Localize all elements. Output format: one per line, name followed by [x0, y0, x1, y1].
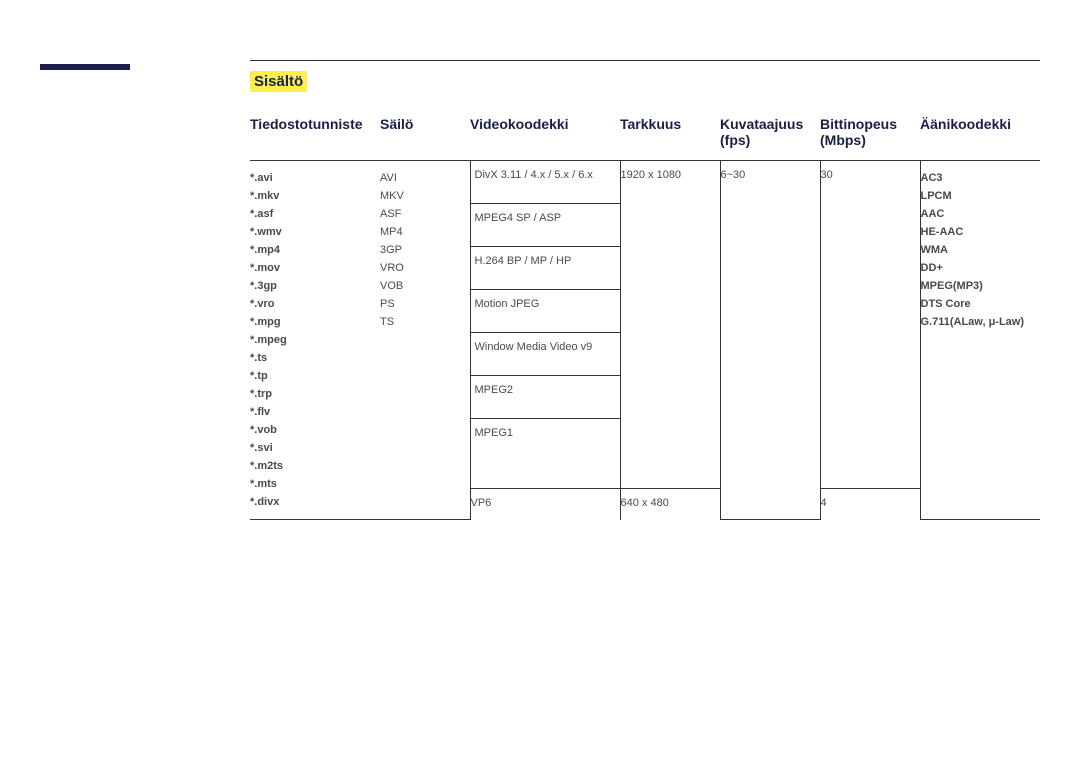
acodec-item: AAC	[921, 205, 1033, 223]
container-item: MP4	[380, 223, 462, 241]
bit-main-cell: 30	[820, 161, 920, 489]
ext-item: *.flv	[250, 403, 372, 421]
ext-item: *.asf	[250, 205, 372, 223]
res-main-cell: 1920 x 1080	[620, 161, 720, 489]
fps-cell: 6~30	[720, 161, 820, 520]
vcodec-item: MPEG4 SP / ASP	[471, 204, 620, 247]
ext-list: *.avi *.mkv *.asf *.wmv *.mp4 *.mov *.3g…	[250, 169, 372, 511]
ext-item: *.mp4	[250, 241, 372, 259]
acodec-item: WMA	[921, 241, 1033, 259]
acodec-cell: AC3 LPCM AAC HE-AAC WMA DD+ MPEG(MP3) DT…	[920, 161, 1040, 520]
col-header-res: Tarkkuus	[620, 110, 720, 161]
vcodec-item: Motion JPEG	[471, 290, 620, 333]
ext-item: *.mov	[250, 259, 372, 277]
vcodec-item: DivX 3.11 / 4.x / 5.x / 6.x	[471, 161, 620, 204]
vcodec-item: H.264 BP / MP / HP	[471, 247, 620, 290]
spec-table: Tiedostotunniste Säilö Videokoodekki Tar…	[250, 110, 1040, 520]
top-rule	[250, 60, 1040, 61]
acodec-item: DTS Core	[921, 295, 1033, 313]
vcodec-vp6: VP6	[470, 488, 620, 519]
col-header-bitrate: Bittinopeus (Mbps)	[820, 110, 920, 161]
vcodec-main-cell: DivX 3.11 / 4.x / 5.x / 6.x MPEG4 SP / A…	[470, 161, 620, 489]
page-content: Sisältö Tiedostotunniste Säilö Videokood…	[0, 0, 1080, 560]
ext-item: *.mpeg	[250, 331, 372, 349]
ext-item: *.wmv	[250, 223, 372, 241]
acodec-item: LPCM	[921, 187, 1033, 205]
acodec-list: AC3 LPCM AAC HE-AAC WMA DD+ MPEG(MP3) DT…	[921, 169, 1033, 331]
ext-item: *.3gp	[250, 277, 372, 295]
accent-bar	[40, 64, 130, 70]
ext-item: *.ts	[250, 349, 372, 367]
col-header-acodec: Äänikoodekki	[920, 110, 1040, 161]
ext-item: *.avi	[250, 169, 372, 187]
acodec-item: DD+	[921, 259, 1033, 277]
container-item: VRO	[380, 259, 462, 277]
col-header-container: Säilö	[380, 110, 470, 161]
container-item: 3GP	[380, 241, 462, 259]
container-item: AVI	[380, 169, 462, 187]
header-row: Tiedostotunniste Säilö Videokoodekki Tar…	[250, 110, 1040, 161]
ext-item: *.m2ts	[250, 457, 372, 475]
ext-cell: *.avi *.mkv *.asf *.wmv *.mp4 *.mov *.3g…	[250, 161, 380, 520]
container-list: AVI MKV ASF MP4 3GP VRO VOB PS TS	[380, 169, 462, 331]
ext-item: *.vob	[250, 421, 372, 439]
container-item: ASF	[380, 205, 462, 223]
ext-item: *.tp	[250, 367, 372, 385]
acodec-item: AC3	[921, 169, 1033, 187]
ext-item: *.svi	[250, 439, 372, 457]
ext-item: *.divx	[250, 493, 372, 511]
vcodec-item: Window Media Video v9	[471, 333, 620, 376]
acodec-item: G.711(ALaw, μ-Law)	[921, 313, 1033, 331]
container-item: MKV	[380, 187, 462, 205]
col-header-fps: Kuvataajuus (fps)	[720, 110, 820, 161]
ext-item: *.mpg	[250, 313, 372, 331]
container-item: VOB	[380, 277, 462, 295]
acodec-item: HE-AAC	[921, 223, 1033, 241]
bit-vp6: 4	[820, 488, 920, 519]
ext-item: *.mts	[250, 475, 372, 493]
container-item: TS	[380, 313, 462, 331]
ext-item: *.vro	[250, 295, 372, 313]
col-header-ext: Tiedostotunniste	[250, 110, 380, 161]
res-vp6: 640 x 480	[620, 488, 720, 519]
col-header-vcodec: Videokoodekki	[470, 110, 620, 161]
ext-item: *.mkv	[250, 187, 372, 205]
container-cell: AVI MKV ASF MP4 3GP VRO VOB PS TS	[380, 161, 470, 520]
vcodec-item: MPEG2	[471, 376, 620, 419]
ext-item: *.trp	[250, 385, 372, 403]
section-heading: Sisältö	[250, 71, 307, 92]
container-item: PS	[380, 295, 462, 313]
vcodec-item: MPEG1	[471, 419, 620, 461]
acodec-item: MPEG(MP3)	[921, 277, 1033, 295]
